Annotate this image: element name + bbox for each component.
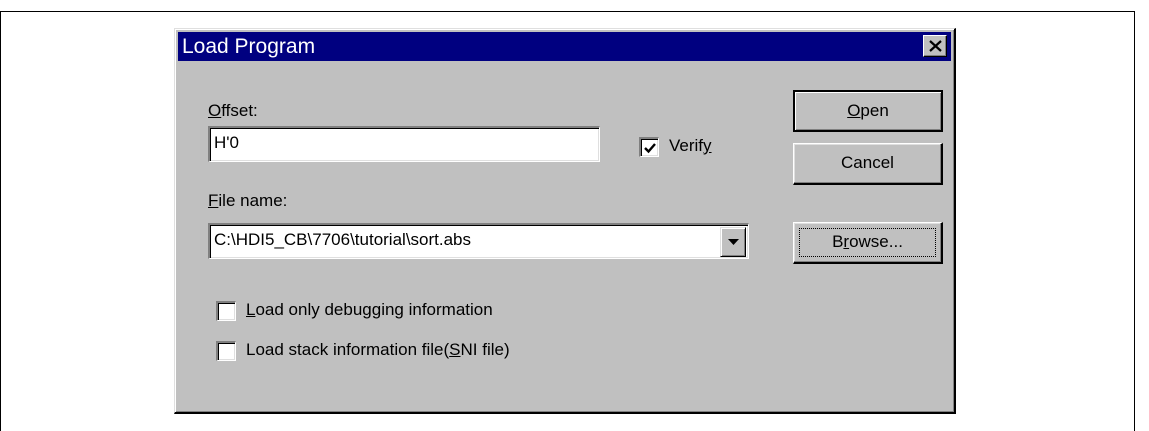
close-button[interactable] bbox=[923, 35, 947, 57]
load-debug-info-checkbox[interactable] bbox=[216, 301, 236, 321]
load-program-dialog: Load Program Offset: H'0 Verify File nam… bbox=[174, 28, 956, 414]
open-button[interactable]: Open bbox=[793, 90, 943, 132]
cancel-button[interactable]: Cancel bbox=[793, 143, 943, 185]
offset-value: H'0 bbox=[214, 133, 239, 152]
document-frame-top bbox=[0, 11, 1134, 12]
load-stack-info-label: Load stack information file(SNI file) bbox=[246, 340, 510, 359]
document-frame-right bbox=[1134, 11, 1135, 431]
load-debug-info-label: Load only debugging information bbox=[246, 300, 493, 319]
dialog-title: Load Program bbox=[182, 35, 316, 58]
title-bar: Load Program bbox=[178, 32, 951, 61]
file-name-dropdown-button[interactable] bbox=[720, 227, 746, 257]
chevron-down-icon bbox=[728, 239, 739, 245]
file-name-value: C:\HDI5_CB\7706\tutorial\sort.abs bbox=[214, 230, 472, 249]
verify-checkbox[interactable] bbox=[639, 137, 659, 157]
verify-label: Verify bbox=[669, 136, 712, 155]
close-icon bbox=[929, 40, 942, 52]
document-frame-left bbox=[0, 11, 1, 431]
browse-button[interactable]: Browse... bbox=[793, 222, 943, 264]
load-stack-info-checkbox[interactable] bbox=[216, 341, 236, 361]
checkmark-icon bbox=[644, 143, 656, 154]
file-name-label: File name: bbox=[208, 191, 288, 210]
offset-input[interactable]: H'0 bbox=[208, 126, 600, 162]
file-name-combobox[interactable]: C:\HDI5_CB\7706\tutorial\sort.abs bbox=[208, 223, 749, 259]
offset-label: Offset: bbox=[208, 101, 258, 120]
